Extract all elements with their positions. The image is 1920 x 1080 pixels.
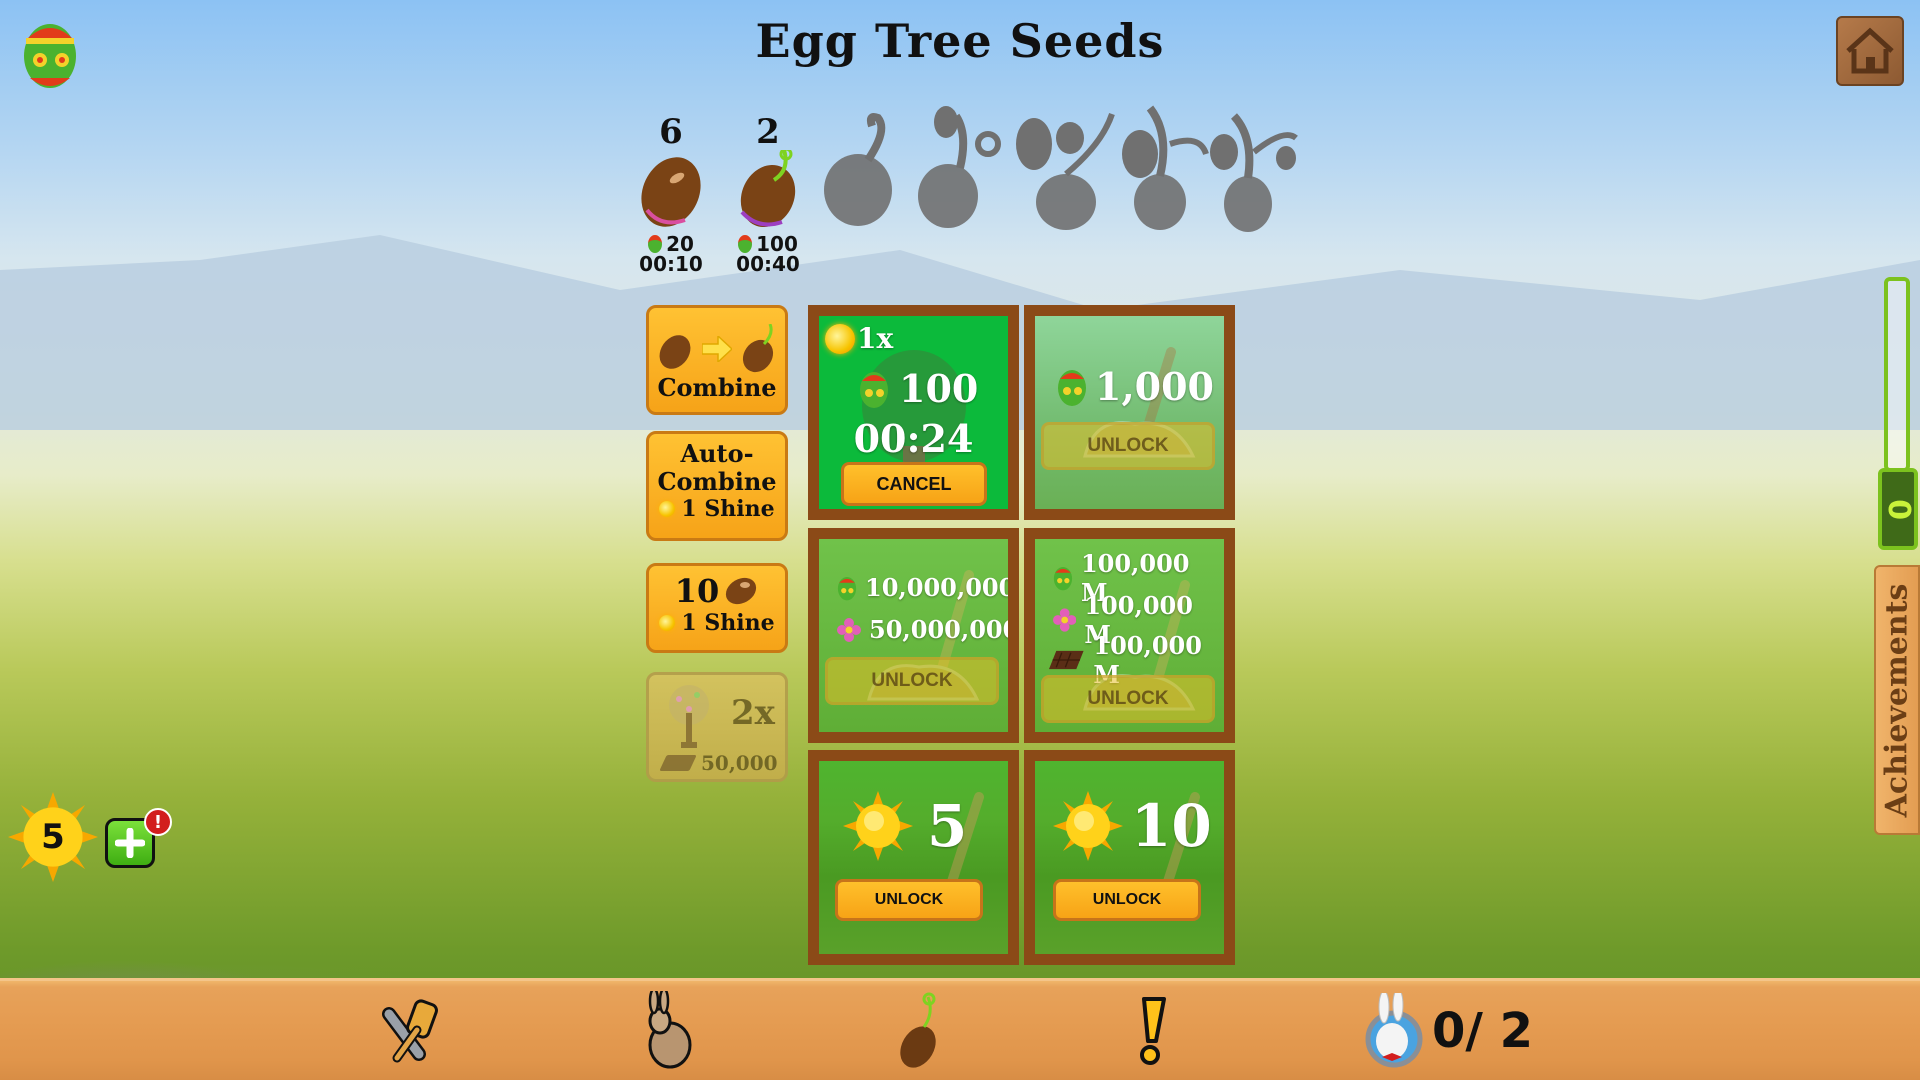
seed-icon [726, 577, 757, 605]
seed-cost: 20 [626, 234, 716, 254]
sun-icon [843, 791, 913, 861]
egg-icon [837, 576, 857, 600]
flower-icon [1053, 608, 1077, 632]
tree-slot-3[interactable]: 10,000,000 50,000,000 UNLOCK [808, 528, 1019, 743]
buy-ten-seeds-button[interactable]: 10 1 Shine [646, 563, 788, 653]
unlock-button[interactable]: UNLOCK [1041, 422, 1215, 470]
seed-level-2[interactable]: 2 100 00:40 [723, 114, 813, 274]
egg-icon [738, 235, 753, 253]
easter-egg-icon[interactable] [22, 18, 78, 90]
achievements-label: Achievements [1879, 583, 1915, 817]
sun-icon [1053, 791, 1123, 861]
egg-icon [860, 371, 888, 408]
seed-icon [659, 335, 691, 369]
tree-slot-1[interactable]: 1x 100 00:24 CANCEL [808, 305, 1019, 520]
shine-count: 5 [41, 817, 65, 857]
progress-value: 0 [1880, 498, 1916, 520]
exclamation-icon [1140, 997, 1166, 1065]
tree-slot-2[interactable]: 1,000 UNLOCK [1024, 305, 1235, 520]
combine-button[interactable]: Combine [646, 305, 788, 415]
hammer-nail-icon [382, 999, 438, 1063]
page-title: Egg Tree Seeds [755, 14, 1165, 68]
unlock-cost-eggs: 10,000,000 [865, 573, 1008, 602]
sprouting-seed-icon [900, 992, 936, 1068]
seed-count: 2 [756, 112, 780, 152]
double-multiplier: 2x [731, 693, 775, 733]
egg-icon [1058, 369, 1086, 406]
double-speed-button[interactable]: 2x 50,000 [646, 672, 788, 782]
sprouting-seed-icon [740, 147, 796, 228]
seed-time: 00:40 [736, 252, 800, 276]
auto-combine-cost: 1 Shine [681, 496, 775, 522]
locked-sapling-silhouette [1122, 105, 1209, 230]
unlock-button[interactable]: UNLOCK [1053, 879, 1201, 921]
tree-slot-6[interactable]: 10 UNLOCK [1024, 750, 1235, 965]
unlock-cost-shine: 10 [1131, 792, 1212, 860]
unlock-button[interactable]: UNLOCK [835, 879, 983, 921]
seed-count: 6 [659, 112, 683, 152]
auto-combine-button[interactable]: Auto- Combine 1 Shine [646, 431, 788, 541]
build-button[interactable] [370, 991, 450, 1071]
rabbits-button[interactable] [628, 991, 708, 1071]
locked-tree-silhouette [1210, 113, 1298, 232]
combine-label: Combine [657, 373, 777, 402]
bunny-count: 0/ 2 [1432, 1003, 1534, 1059]
seed-icon [641, 157, 701, 227]
white-rabbit-icon [1365, 993, 1423, 1068]
unlock-cost-shine: 5 [927, 792, 968, 860]
buy-ten-cost: 1 Shine [681, 610, 775, 636]
double-cost: 50,000 [701, 751, 778, 775]
seeds-button[interactable] [880, 991, 960, 1071]
locked-plant-silhouette [1016, 112, 1115, 230]
seed-time: 00:10 [639, 252, 703, 276]
tree-slot-4[interactable]: 100,000 M 100,000 M 100,000 M UNLOCK [1024, 528, 1235, 743]
bunny-counter[interactable]: 0/ 2 [1362, 991, 1602, 1071]
chocolate-icon [1049, 650, 1084, 670]
seed-level-1[interactable]: 6 20 00:10 [626, 114, 716, 274]
shine-icon [659, 501, 676, 517]
blossom-tree-icon [669, 685, 709, 748]
achievements-tab[interactable]: Achievements [1874, 565, 1920, 835]
tree-slot-5[interactable]: 5 UNLOCK [808, 750, 1019, 965]
locked-seed-silhouette [824, 113, 892, 226]
locked-sprout-silhouette [918, 106, 1001, 228]
buy-quantity: 10 [674, 572, 720, 610]
egg-icon [1053, 566, 1073, 591]
seed-cost: 100 [723, 234, 813, 254]
cancel-button[interactable]: CANCEL [841, 462, 987, 506]
growth-timer: 00:24 [853, 416, 974, 461]
home-button[interactable] [1836, 16, 1904, 86]
unlock-cost-flowers: 50,000,000 [869, 615, 1008, 644]
speed-multiplier: 1x [857, 322, 894, 355]
arrow-right-icon [702, 336, 732, 362]
unlock-cost-eggs: 1,000 [1095, 364, 1214, 409]
progress-badge: 0 [1878, 468, 1918, 550]
shine-icon [659, 615, 676, 631]
unlock-button[interactable]: UNLOCK [1041, 675, 1215, 723]
egg-yield: 100 [899, 366, 979, 411]
progress-bar [1884, 277, 1910, 472]
rabbit-icon [648, 991, 692, 1069]
bottom-bar: 0/ 2 [0, 978, 1920, 1080]
shine-counter: 5 [8, 792, 98, 882]
chocolate-icon [659, 755, 697, 771]
flower-icon [837, 617, 861, 642]
plus-icon [115, 828, 145, 858]
sprouting-seed-icon [742, 324, 774, 373]
home-icon [1846, 27, 1894, 74]
unlock-button[interactable]: UNLOCK [825, 657, 999, 705]
alert-badge: ! [144, 808, 172, 836]
quests-button[interactable] [1112, 991, 1192, 1071]
sun-icon [825, 323, 855, 354]
egg-icon [648, 235, 663, 253]
